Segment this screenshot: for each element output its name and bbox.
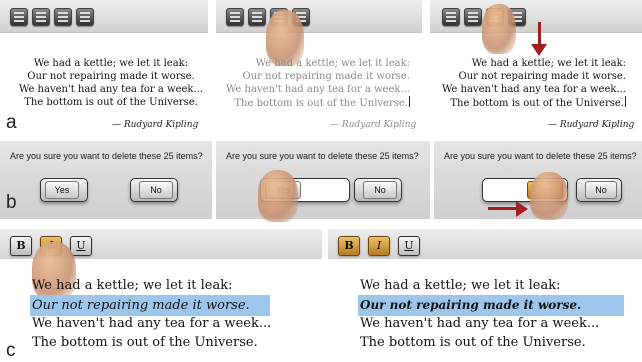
poem-text: We had a kettle; we let it leak: Our not… [216,57,410,110]
dialog-question: Are you sure you want to delete these 25… [10,151,203,161]
attribution: — Rudyard Kipling [112,120,199,130]
poem-line: The bottom is out of the Universe. [234,98,408,109]
selected-text: Our not repairing made it worse. [358,295,624,316]
align-right-icon[interactable] [54,8,72,26]
finger-image [530,172,568,220]
attribution: — Rudyard Kipling [548,120,635,130]
poem-line: We had a kettle; we let it leak: [255,58,410,69]
arrow-right-icon [488,207,518,210]
poem-line: We haven't had any tea for a week... [360,316,600,331]
no-button[interactable]: No [130,178,178,202]
underline-button[interactable]: U [70,236,92,256]
poem-text: We had a kettle; we let it leak: Our not… [30,276,272,352]
alignment-toolbar [0,0,208,33]
arrow-head-icon [531,44,547,56]
bold-button[interactable]: B [338,236,360,256]
panel-label-a: a [6,112,17,133]
align-center-icon[interactable] [248,8,266,26]
alignment-toolbar [430,0,642,33]
bold-button[interactable]: B [10,236,32,256]
poem-line: Our not repairing made it worse. [242,71,410,82]
arrow-head-icon [516,201,528,217]
bold-icon: B [16,239,26,252]
panel-label-c: c [6,340,16,361]
poem-line: The bottom is out of the Universe. [450,98,624,109]
poem-line: We haven't had any tea for a week... [32,316,272,331]
italic-icon: I [376,239,382,252]
poem-line: We had a kettle; we let it leak: [471,58,626,69]
poem-text: We had a kettle; we let it leak: Our not… [432,57,626,110]
align-left-icon[interactable] [442,8,460,26]
no-label: No [363,181,397,199]
format-toolbar: B I U [328,229,642,259]
panel-label-b: b [6,192,17,213]
align-left-icon[interactable] [10,8,28,26]
poem-line: The bottom is out of the Universe. [360,335,586,350]
text-caret [625,96,626,107]
poem-line: Our not repairing made it worse. [458,71,626,82]
confirm-dialog: Are you sure you want to delete these 25… [216,141,430,219]
italic-button[interactable]: I [368,236,390,256]
dialog-question: Are you sure you want to delete these 25… [444,151,637,161]
no-label: No [585,181,617,199]
poem-line: We haven't had any tea for a week... [225,84,410,95]
no-button[interactable]: No [354,178,402,202]
poem-line: We had a kettle; we let it leak: [33,58,189,69]
justify-icon[interactable] [76,8,94,26]
attribution: — Rudyard Kipling [330,120,417,130]
text-caret [409,96,410,107]
poem-line: Our not repairing made it worse. [360,298,582,312]
no-label: No [139,181,173,199]
poem-text: We had a kettle; we let it leak: Our not… [14,57,208,109]
poem-line: We had a kettle; we let it leak: [32,278,233,293]
underline-icon: U [76,239,86,252]
yes-button[interactable]: Yes [40,178,88,202]
dialog-question: Are you sure you want to delete these 25… [226,151,419,161]
poem-line: We had a kettle; we let it leak: [360,278,561,293]
poem-line: Our not repairing made it worse. [32,298,250,313]
alignment-toolbar [216,0,422,33]
confirm-dialog: Are you sure you want to delete these 25… [0,141,212,219]
finger-image [482,4,516,54]
underline-button[interactable]: U [398,236,420,256]
poem-line: The bottom is out of the Universe. [24,97,198,108]
poem-line: Our not repairing made it worse. [27,71,195,82]
yes-label: Yes [45,181,79,199]
align-left-icon[interactable] [226,8,244,26]
poem-line: We haven't had any tea for a week... [18,84,204,95]
no-button[interactable]: No [576,178,622,202]
align-center-icon[interactable] [32,8,50,26]
finger-image [258,170,298,222]
poem-line: We haven't had any tea for a week... [441,84,626,95]
underline-icon: U [404,239,414,252]
poem-line: The bottom is out of the Universe. [32,335,258,350]
poem-text: We had a kettle; we let it leak: Our not… [358,276,624,352]
bold-icon: B [344,239,354,252]
align-center-icon[interactable] [464,8,482,26]
selected-text: Our not repairing made it worse. [30,295,270,316]
